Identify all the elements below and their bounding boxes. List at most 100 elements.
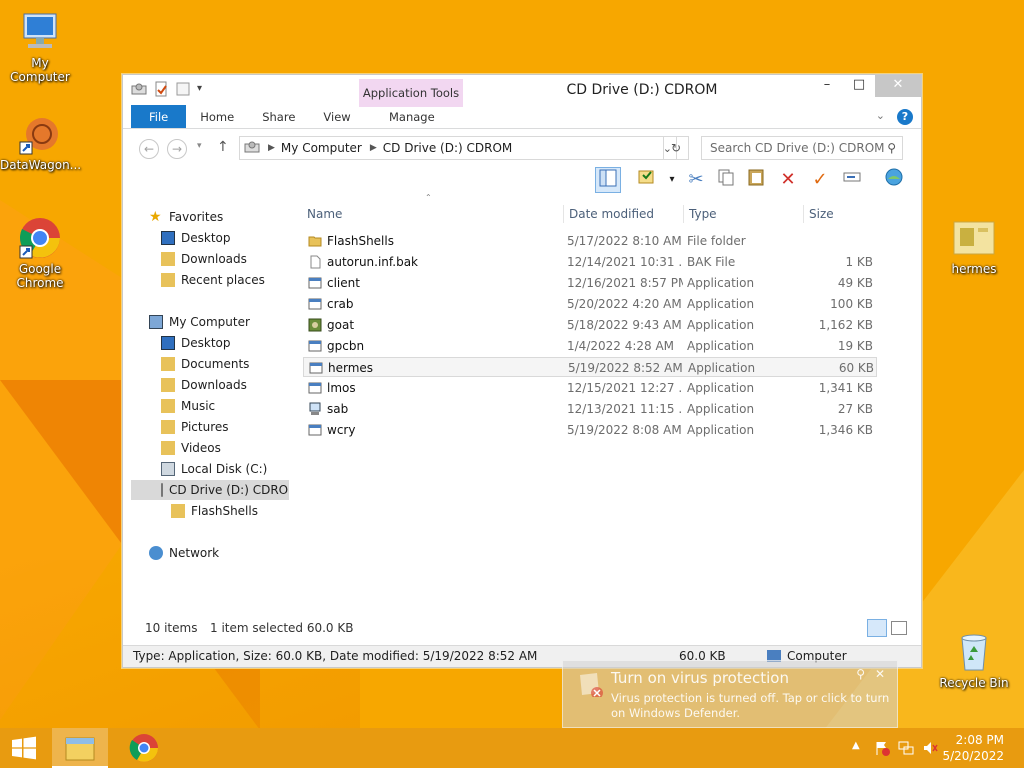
globe-icon[interactable]	[881, 167, 907, 193]
desktop-icon-hermes[interactable]: hermes	[934, 216, 1014, 276]
breadcrumb-cd-drive[interactable]: CD Drive (D:) CDROM	[383, 141, 512, 155]
file-row-lmos[interactable]: lmos 12/15/2021 12:27 ... Application 1,341…	[303, 378, 877, 398]
virus-protection-toast[interactable]: Turn on virus protection Virus protectio…	[562, 660, 898, 728]
file-row-autorun-inf-bak[interactable]: autorun.inf.bak 12/14/2021 10:31 ... BAK F…	[303, 252, 877, 272]
copy-icon[interactable]	[713, 167, 739, 193]
show-hidden-icons-icon[interactable]: ▲	[852, 740, 860, 751]
file-row-wcry[interactable]: wcry 5/19/2022 8:08 AM Application 1,346 KB	[303, 420, 877, 440]
volume-muted-icon[interactable]	[922, 740, 938, 756]
file-row-hermes[interactable]: hermes 5/19/2022 8:52 AM Application 60 KB	[303, 357, 877, 377]
nav-item-music[interactable]: Music	[161, 396, 215, 416]
forward-button[interactable]: →	[167, 139, 187, 159]
breadcrumb-separator-icon: ▶	[268, 143, 275, 153]
file-size: 1 KB	[845, 255, 873, 269]
column-header-name[interactable]: Name	[301, 203, 563, 225]
rename-icon[interactable]	[839, 167, 865, 193]
column-header-date[interactable]: Date modified	[563, 203, 683, 225]
desktop-icon-label: hermes	[951, 262, 997, 276]
app-icon	[308, 276, 322, 290]
taskbar-chrome[interactable]	[116, 728, 172, 768]
nav-item-flashshells[interactable]: FlashShells	[171, 501, 258, 521]
nav-item-documents[interactable]: Documents	[161, 354, 249, 374]
ribbon-tabs: File Home Share View Manage ⌄ ?	[123, 105, 921, 129]
nav-item-videos[interactable]: Videos	[161, 438, 221, 458]
network-status-icon[interactable]	[898, 740, 914, 756]
nav-label: Desktop	[181, 231, 231, 245]
explorer-window[interactable]: ▾ Application Tools CD Drive (D:) CDROM …	[122, 74, 922, 668]
nav-item-downloads-2[interactable]: Downloads	[161, 375, 247, 395]
nav-item-desktop-2[interactable]: Desktop	[161, 333, 231, 353]
chevron-down-icon[interactable]: ▾	[659, 167, 685, 193]
column-header-type[interactable]: Type	[683, 203, 803, 225]
nav-favorites[interactable]: ★ Favorites	[149, 207, 223, 227]
nav-my-computer[interactable]: My Computer	[149, 312, 250, 332]
action-center-flag-icon[interactable]	[874, 740, 890, 756]
taskbar-file-explorer[interactable]	[52, 728, 108, 768]
clock-time: 2:08 PM	[955, 733, 1004, 747]
nav-label: Pictures	[181, 420, 229, 434]
desktop-icon-recycle-bin[interactable]: Recycle Bin	[934, 630, 1014, 690]
paste-icon[interactable]	[743, 167, 769, 193]
recent-locations-icon[interactable]: ▾	[197, 141, 202, 151]
tab-manage[interactable]: Manage	[375, 105, 449, 129]
nav-item-cd-drive[interactable]: CD Drive (D:) CDROM	[131, 480, 289, 500]
checkmark-icon[interactable]: ✓	[807, 167, 833, 193]
recycle-bin-icon	[952, 630, 996, 674]
desktop-icon-my-computer[interactable]: My Computer	[0, 10, 80, 84]
file-row-crab[interactable]: crab 5/20/2022 4:20 AM Application 100 KB	[303, 294, 877, 314]
tab-share[interactable]: Share	[248, 105, 309, 128]
large-icons-view-icon[interactable]	[891, 621, 907, 635]
tab-home[interactable]: Home	[186, 105, 248, 128]
desktop-icon-google-chrome[interactable]: Google Chrome	[0, 216, 80, 290]
file-size: 60 KB	[838, 361, 874, 375]
tab-view[interactable]: View	[309, 105, 364, 128]
desktop-icon-datawagon[interactable]: DataWagon...	[0, 112, 82, 172]
file-row-sab[interactable]: sab 12/13/2021 11:15 ... Application 27 KB	[303, 399, 877, 419]
file-date: 5/19/2022 8:08 AM	[567, 423, 682, 437]
back-button[interactable]: ←	[139, 139, 159, 159]
file-size: 1,346 KB	[818, 423, 873, 437]
cut-icon[interactable]: ✂	[683, 167, 709, 193]
address-bar[interactable]: ▶ My Computer ▶ CD Drive (D:) CDROM ⌄	[239, 136, 677, 160]
nav-label: Music	[181, 399, 216, 413]
file-row-goat[interactable]: goat 5/18/2022 9:43 AM Application 1,162 KB	[303, 315, 877, 335]
chrome-icon	[18, 216, 62, 260]
nav-item-pictures[interactable]: Pictures	[161, 417, 229, 437]
breadcrumb-my-computer[interactable]: My Computer	[281, 141, 362, 155]
desktop-icon-label: My Computer	[10, 56, 70, 84]
tab-file[interactable]: File	[131, 105, 187, 128]
close-button[interactable]: ✕	[875, 75, 921, 97]
preview-pane-icon[interactable]	[595, 167, 621, 193]
expand-ribbon-icon[interactable]: ⌄	[876, 109, 885, 125]
file-row-client[interactable]: client 12/16/2021 8:57 PM Application 49 KB	[303, 273, 877, 293]
clock[interactable]: 2:08 PM 5/20/2022	[942, 732, 1004, 764]
nav-item-local-disk[interactable]: Local Disk (C:)	[161, 459, 267, 479]
up-arrow-icon[interactable]: ↑	[217, 139, 229, 155]
properties-icon[interactable]	[633, 167, 659, 193]
desktop-icon-label: DataWagon...	[0, 158, 82, 172]
file-row-gpcbn[interactable]: gpcbn 1/4/2022 4:28 AM Application 19 KB	[303, 336, 877, 356]
start-button[interactable]	[0, 728, 48, 768]
file-date: 1/4/2022 4:28 AM	[567, 339, 675, 353]
file-type: Application	[687, 297, 755, 311]
nav-item-downloads[interactable]: Downloads	[161, 249, 247, 269]
maximize-button[interactable]: □	[843, 75, 875, 97]
column-header-size[interactable]: Size	[803, 203, 883, 225]
nav-item-recent-places[interactable]: Recent places	[161, 270, 265, 290]
videos-folder-icon	[161, 441, 175, 455]
help-icon[interactable]: ?	[897, 109, 913, 125]
title-bar[interactable]: ▾ Application Tools CD Drive (D:) CDROM …	[123, 75, 921, 107]
file-name: wcry	[327, 423, 356, 437]
minimize-button[interactable]: –	[811, 75, 843, 97]
search-input[interactable]: Search CD Drive (D:) CDROM ⚲	[701, 136, 903, 160]
nav-network[interactable]: Network	[149, 543, 219, 563]
file-date: 5/19/2022 8:52 AM	[568, 361, 683, 375]
nav-label: Videos	[181, 441, 221, 455]
delete-icon[interactable]: ✕	[775, 167, 801, 193]
nav-item-desktop[interactable]: Desktop	[161, 228, 231, 248]
close-icon[interactable]: ✕	[875, 667, 885, 681]
pin-icon[interactable]: ⚲	[856, 667, 865, 681]
refresh-button[interactable]: ↻	[663, 136, 689, 160]
details-view-icon[interactable]	[867, 619, 887, 637]
file-row-flashshells[interactable]: FlashShells 5/17/2022 8:10 AM File folder	[303, 231, 877, 251]
